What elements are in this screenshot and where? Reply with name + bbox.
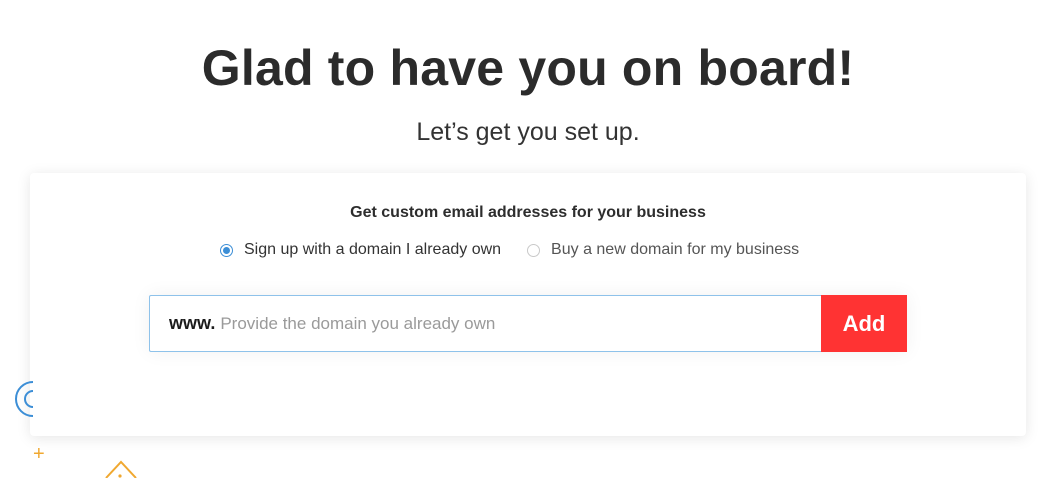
radio-unchecked-icon[interactable]	[527, 243, 541, 257]
domain-input-wrapper[interactable]: www.	[149, 295, 821, 352]
page-subtitle: Let’s get you set up.	[416, 118, 640, 146]
radio-label-own-domain: Sign up with a domain I already own	[244, 241, 502, 258]
domain-input[interactable]	[220, 308, 821, 339]
house-outline-icon	[105, 460, 137, 478]
domain-option-group: Sign up with a domain I already own Buy …	[220, 240, 799, 260]
page-title: Glad to have you on board!	[201, 40, 855, 96]
domain-setup-card: Get custom email addresses for your busi…	[30, 173, 1026, 436]
plus-icon: +	[33, 443, 45, 465]
radio-option-own-domain[interactable]: Sign up with a domain I already own	[220, 241, 501, 259]
card-title: Get custom email addresses for your busi…	[350, 204, 706, 221]
radio-label-buy-domain: Buy a new domain for my business	[551, 241, 800, 258]
circle-outline-icon	[15, 381, 34, 417]
onboarding-page: Glad to have you on board! Let’s get you…	[0, 0, 1056, 478]
add-button[interactable]: Add	[821, 295, 907, 352]
domain-entry-group: www. Add	[149, 295, 907, 352]
radio-checked-icon[interactable]	[220, 243, 233, 257]
www-prefix: www.	[169, 313, 216, 333]
radio-option-buy-domain[interactable]: Buy a new domain for my business	[527, 241, 799, 259]
